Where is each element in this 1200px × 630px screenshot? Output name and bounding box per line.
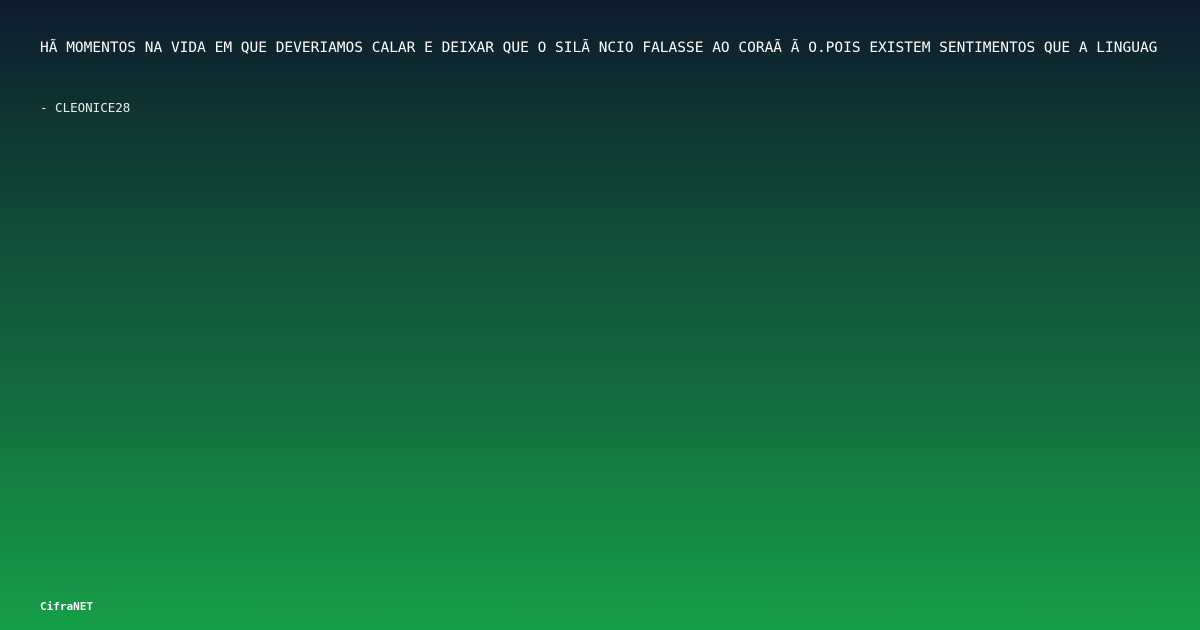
brand-logo-text: CifraNET xyxy=(40,600,93,613)
quote-author: - CLEONICE28 xyxy=(40,100,131,115)
quote-card: HÃ MOMENTOS NA VIDA EM QUE DEVERIAMOS CA… xyxy=(0,0,1200,630)
quote-text: HÃ MOMENTOS NA VIDA EM QUE DEVERIAMOS CA… xyxy=(40,40,1158,56)
